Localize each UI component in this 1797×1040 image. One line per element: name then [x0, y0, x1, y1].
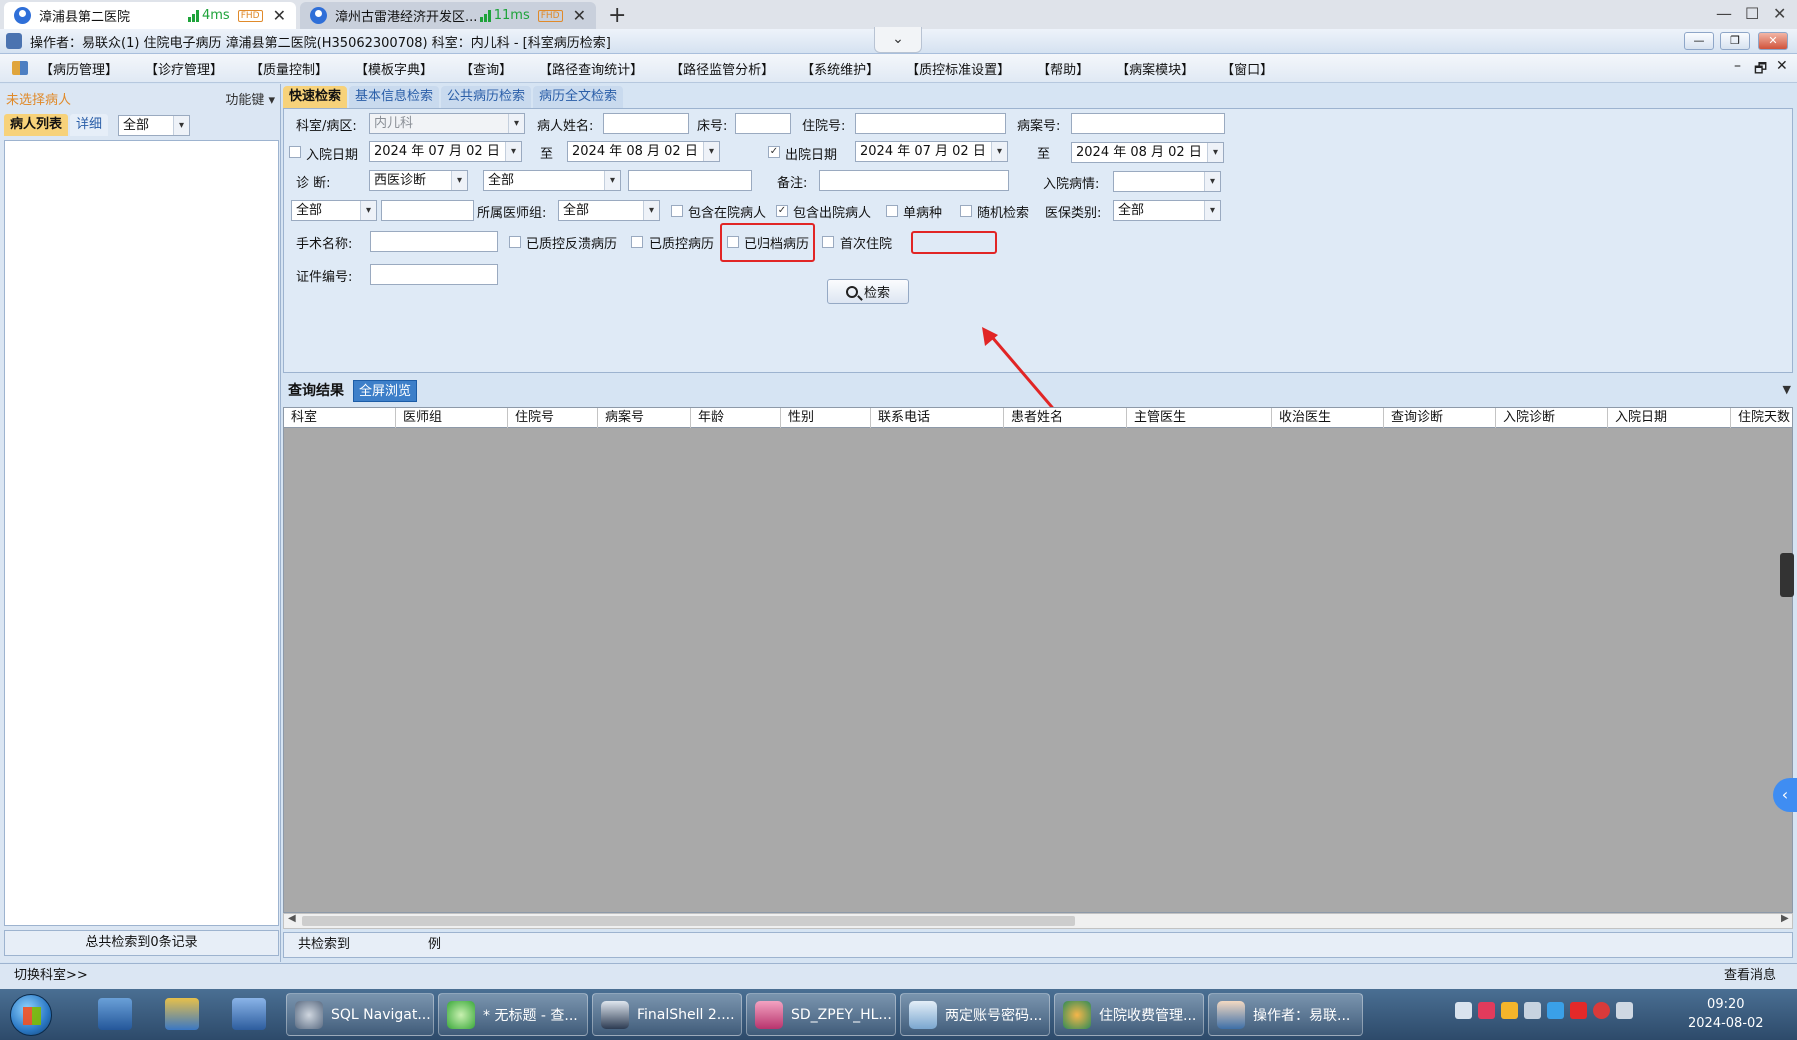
column-header[interactable]: 联系电话 — [871, 408, 1004, 428]
results-footer: 共检索到 例 — [283, 932, 1793, 958]
column-header[interactable]: 查询诊断 — [1384, 408, 1496, 428]
clock-time: 09:20 — [1707, 997, 1745, 1012]
security-icon[interactable] — [1501, 1002, 1518, 1019]
taskbar-label: * 无标题 - 查... — [483, 1007, 578, 1024]
sql-navigator-icon — [295, 1000, 323, 1029]
results-menu-icon[interactable]: ▼ — [1783, 383, 1791, 396]
results-count-label: 共检索到 — [298, 937, 351, 952]
results-grid-header: 科室 医师组 住院号 病案号 年龄 性别 联系电话 患者姓名 主管医生 收治医生… — [284, 408, 1792, 428]
column-header[interactable]: 主管医生 — [1127, 408, 1272, 428]
scrollbar-thumb[interactable] — [302, 916, 1075, 926]
results-grid[interactable]: 科室 医师组 住院号 病案号 年龄 性别 联系电话 患者姓名 主管医生 收治医生… — [283, 407, 1793, 913]
column-header[interactable]: 病案号 — [598, 408, 691, 428]
network-icon[interactable] — [1455, 1002, 1472, 1019]
anydesk-icon[interactable] — [1570, 1002, 1587, 1019]
column-header[interactable]: 患者姓名 — [1004, 408, 1127, 428]
taskbar-label: 住院收费管理... — [1099, 1007, 1197, 1024]
column-header[interactable]: 科室 — [284, 408, 396, 428]
scroll-right-icon[interactable]: ▶ — [1781, 913, 1789, 924]
taskbar-finalshell[interactable]: FinalShell 2.... — [592, 993, 742, 1036]
query-tool-icon — [447, 1000, 475, 1029]
remote-desktop-icon[interactable] — [232, 998, 266, 1030]
taskbar-account-password[interactable]: 两定账号密码... — [900, 993, 1050, 1036]
taskbar-sql-navigator[interactable]: SQL Navigat... — [286, 993, 434, 1036]
taskbar-label: SQL Navigat... — [331, 1006, 431, 1023]
start-button[interactable] — [10, 994, 52, 1036]
taskbar-label: 两定账号密码... — [945, 1007, 1043, 1024]
sql-query-icon[interactable] — [98, 998, 132, 1030]
clock-date: 2024-08-02 — [1688, 1016, 1764, 1031]
results-panel: 查询结果 全屏浏览 ▼ 科室 医师组 住院号 病案号 年龄 性别 联系电话 患者… — [283, 378, 1797, 962]
taskbar-untitled-query[interactable]: * 无标题 - 查... — [438, 993, 588, 1036]
column-header[interactable]: 入院诊断 — [1496, 408, 1608, 428]
column-header[interactable]: 收治医生 — [1272, 408, 1384, 428]
taskbar: SQL Navigat... * 无标题 - 查... FinalShell 2… — [0, 989, 1797, 1040]
database-icon — [755, 1000, 783, 1029]
switch-department-link[interactable]: 切换科室>> — [14, 964, 88, 988]
taskbar-label: FinalShell 2.... — [637, 1006, 735, 1023]
tab-query-results[interactable]: 查询结果 — [283, 380, 349, 402]
recording-icon[interactable] — [1593, 1002, 1610, 1019]
status-bar: 切换科室>> 查看消息>> — [0, 963, 1797, 1007]
system-clock[interactable]: 09:20 2024-08-02 — [1688, 995, 1764, 1033]
column-header[interactable]: 性别 — [781, 408, 871, 428]
column-header[interactable]: 医师组 — [396, 408, 508, 428]
horizontal-scrollbar[interactable]: ◀ ▶ — [283, 913, 1793, 929]
taskbar-label: 操作者：易联... — [1253, 1007, 1351, 1024]
side-handle[interactable] — [1780, 553, 1794, 597]
column-header[interactable]: 住院号 — [508, 408, 598, 428]
taskbar-emr-operator[interactable]: 操作者：易联... — [1208, 993, 1363, 1036]
doctor-icon — [1217, 1000, 1245, 1029]
monitor-icon[interactable] — [1524, 1002, 1541, 1019]
taskbar-sd-zpey[interactable]: SD_ZPEY_HL... — [746, 993, 896, 1036]
terminal-icon — [601, 1000, 629, 1029]
scroll-left-icon[interactable]: ◀ — [288, 913, 296, 924]
notepad-icon — [909, 1000, 937, 1029]
taskbar-inpatient-billing[interactable]: 住院收费管理... — [1054, 993, 1204, 1036]
results-tabs: 查询结果 全屏浏览 — [283, 378, 1793, 404]
column-header[interactable]: 住院天数 — [1731, 408, 1792, 428]
taskbar-label: SD_ZPEY_HL... — [791, 1006, 892, 1023]
billing-app-icon — [1063, 1000, 1091, 1029]
fullscreen-browse-button[interactable]: 全屏浏览 — [353, 380, 418, 402]
results-count-unit: 例 — [428, 937, 442, 952]
tray-app-icon[interactable] — [1478, 1002, 1495, 1019]
column-header[interactable]: 年龄 — [691, 408, 781, 428]
sql-tool-icon[interactable] — [165, 998, 199, 1030]
tray-window-icon[interactable] — [1547, 1002, 1564, 1019]
system-tray — [1455, 1002, 1633, 1019]
volume-icon[interactable] — [1616, 1002, 1633, 1019]
column-header[interactable]: 入院日期 — [1608, 408, 1731, 428]
